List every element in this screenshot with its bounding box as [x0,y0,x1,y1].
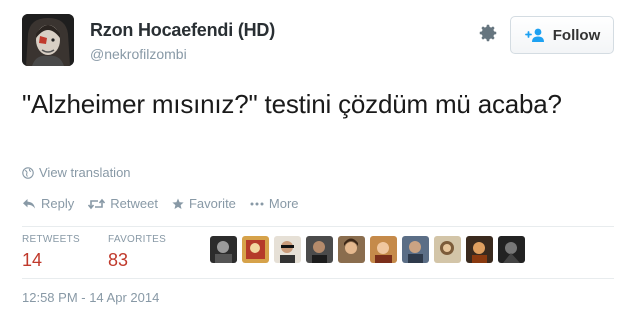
follow-person-icon [524,28,544,42]
star-icon [172,198,184,209]
follow-button-label: Follow [552,26,601,44]
tweet-actions: Reply Retweet Favorite More [22,196,313,211]
favorite-label: Favorite [188,196,236,211]
favorites-stat[interactable]: FAVORITES 83 [108,234,166,271]
tweet-timestamp[interactable]: 12:58 PM - 14 Apr 2014 [22,290,159,305]
favorite-button[interactable]: Favorite [172,196,236,211]
favoriter-avatar[interactable] [370,236,397,263]
view-translation-label: View translation [39,165,131,180]
favoriter-avatar[interactable] [306,236,333,263]
more-label: More [268,196,299,211]
favoriter-avatar[interactable] [210,236,237,263]
view-translation-link[interactable]: View translation [22,165,131,180]
reply-icon [23,198,35,208]
favorites-stat-label: FAVORITES [108,234,167,245]
favorites-count: 83 [108,250,129,270]
divider-top [22,226,614,227]
more-button[interactable]: More [250,196,299,211]
retweets-stat-label: RETWEETS [22,234,80,245]
retweets-count: 14 [22,250,43,270]
reply-label: Reply [41,196,75,211]
favoriter-avatars [210,236,525,263]
author-name[interactable]: Rzon Hocaefendi (HD) [90,20,275,41]
retweet-icon [88,198,106,209]
favoriter-avatar[interactable] [498,236,525,263]
reply-button[interactable]: Reply [22,196,74,211]
gear-icon[interactable] [477,22,499,44]
author-handle[interactable]: @nekrofilzombi [90,46,187,62]
favoriter-avatar[interactable] [242,236,269,263]
tweet-text: "Alzheimer mısınız?" testini çözdüm mü a… [22,89,562,119]
retweet-button[interactable]: Retweet [88,196,158,211]
more-dots-icon [250,202,264,205]
favoriter-avatar[interactable] [274,236,301,263]
retweet-label: Retweet [110,196,158,211]
favoriter-avatar[interactable] [434,236,461,263]
divider-bottom [22,278,614,279]
follow-button[interactable]: Follow [510,16,614,54]
favoriter-avatar[interactable] [466,236,493,263]
favoriter-avatar[interactable] [338,236,365,263]
favoriter-avatar[interactable] [402,236,429,263]
author-avatar[interactable] [22,14,74,66]
globe-icon [22,166,34,179]
retweets-stat[interactable]: RETWEETS 14 [22,234,80,271]
